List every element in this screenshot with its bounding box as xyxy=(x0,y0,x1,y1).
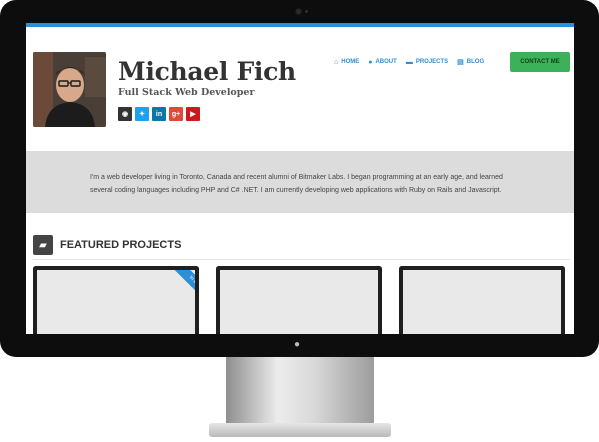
project-card[interactable] xyxy=(399,266,565,334)
nav-home-label: HOME xyxy=(341,59,360,65)
profile-subtitle: Full Stack Web Developer xyxy=(118,87,255,98)
book-icon: ▤ xyxy=(457,59,464,66)
project-card[interactable] xyxy=(216,266,382,334)
folder-open-icon: ▰ xyxy=(33,235,53,255)
user-icon: ● xyxy=(368,58,373,66)
linkedin-icon[interactable]: in xyxy=(152,107,166,121)
nav-projects-label: PROJECTS xyxy=(415,59,449,65)
nav-projects[interactable]: ▬ PROJECTS xyxy=(406,59,448,66)
social-links: ◉ ✦ in g+ ▶ xyxy=(118,107,200,121)
main-nav: ⌂ HOME ● ABOUT ▬ PROJECTS ▤ BLOG xyxy=(334,58,484,67)
twitter-icon[interactable]: ✦ xyxy=(135,107,149,121)
in-development-ribbon: In Development xyxy=(166,270,195,326)
contact-me-button[interactable]: CONTACT ME xyxy=(510,52,570,72)
site-header: Michael Fich Full Stack Web Developer ◉ … xyxy=(26,27,574,147)
folder-icon: ▬ xyxy=(405,58,413,66)
monitor-stand xyxy=(226,357,374,427)
nav-blog-label: BLOG xyxy=(466,59,485,65)
nav-about-label: ABOUT xyxy=(375,59,397,65)
monitor-bezel: Michael Fich Full Stack Web Developer ◉ … xyxy=(0,0,599,357)
about-text: I'm a web developer living in Toronto, C… xyxy=(90,174,503,194)
camera-lens xyxy=(296,9,301,14)
github-icon[interactable]: ◉ xyxy=(118,107,132,121)
avatar xyxy=(33,52,106,127)
nav-home[interactable]: ⌂ HOME xyxy=(334,59,359,66)
monitor-base xyxy=(209,423,391,437)
website-screen: Michael Fich Full Stack Web Developer ◉ … xyxy=(26,23,574,334)
camera-light xyxy=(305,10,308,13)
featured-projects-title: FEATURED PROJECTS xyxy=(60,239,182,251)
avatar-photo xyxy=(33,52,106,127)
project-card[interactable]: In Development xyxy=(33,266,199,334)
home-icon: ⌂ xyxy=(334,58,339,66)
google-plus-icon[interactable]: g+ xyxy=(169,107,183,121)
about-section: I'm a web developer living in Toronto, C… xyxy=(26,151,574,213)
profile-name: Michael Fich xyxy=(118,57,296,86)
featured-projects-header: ▰ FEATURED PROJECTS xyxy=(33,235,181,255)
nav-blog[interactable]: ▤ BLOG xyxy=(457,58,484,66)
youtube-icon[interactable]: ▶ xyxy=(186,107,200,121)
apple-logo-icon: ● xyxy=(294,339,301,350)
nav-about[interactable]: ● ABOUT xyxy=(368,59,397,66)
section-divider xyxy=(33,259,570,260)
